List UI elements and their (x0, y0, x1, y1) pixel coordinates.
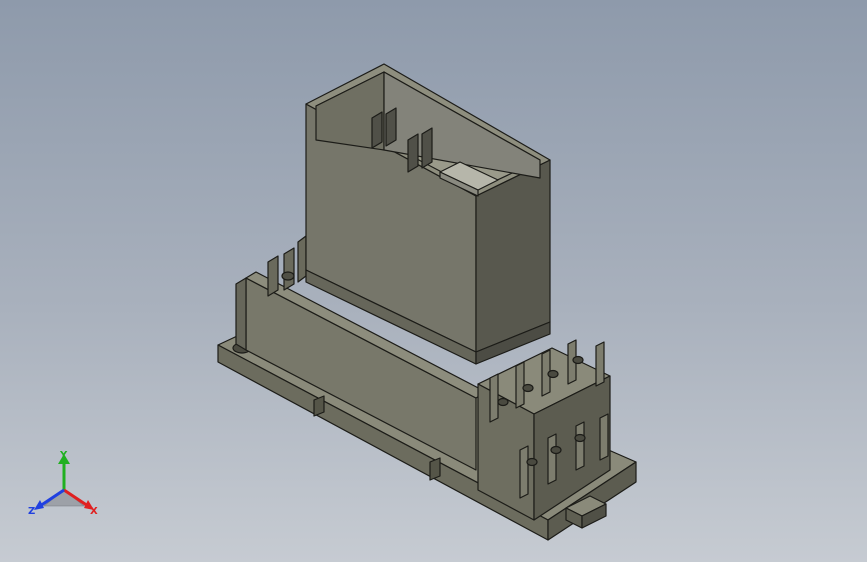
terminal-screw-upper-2 (522, 383, 534, 393)
triad-y-label: Y (59, 450, 68, 461)
left-wall-end (235, 277, 247, 351)
terminal-screw-lower-3 (574, 433, 586, 443)
din-notch-right (429, 457, 441, 481)
terminal-sep-upper-1 (489, 373, 499, 423)
terminal-screw-upper-1 (497, 397, 509, 407)
relay-socket-3d-model[interactable] (0, 0, 867, 562)
left-terminal-screw (281, 271, 295, 281)
triad-x-label: X (90, 506, 98, 517)
relay-contact-plate-1 (371, 111, 383, 149)
left-terminal-fin-2 (283, 247, 295, 291)
terminal-screw-upper-3 (547, 369, 559, 379)
terminal-sep-lower-2 (547, 433, 557, 485)
relay-contact-plate-3 (407, 133, 419, 173)
terminal-sep-lower-4 (599, 413, 609, 461)
terminal-sep-upper-5 (595, 341, 605, 387)
triad-z-arrow (34, 500, 44, 510)
terminal-sep-lower-3 (575, 421, 585, 471)
terminal-screw-lower-1 (526, 457, 538, 467)
triad-z-label: Z (28, 506, 35, 517)
orientation-triad[interactable]: Y X Z (24, 448, 104, 520)
left-terminal-fin-1 (267, 255, 279, 297)
relay-contact-plate-2 (385, 107, 397, 147)
terminal-screw-upper-4 (572, 355, 584, 365)
terminal-screw-lower-2 (550, 445, 562, 455)
left-terminal-fin-3 (297, 235, 307, 283)
terminal-sep-upper-2 (515, 361, 525, 409)
din-notch-left (313, 395, 325, 417)
graphics-viewport[interactable]: Y X Z (0, 0, 867, 562)
terminal-sep-lower-1 (519, 445, 529, 499)
relay-contact-plate-4 (421, 127, 433, 169)
